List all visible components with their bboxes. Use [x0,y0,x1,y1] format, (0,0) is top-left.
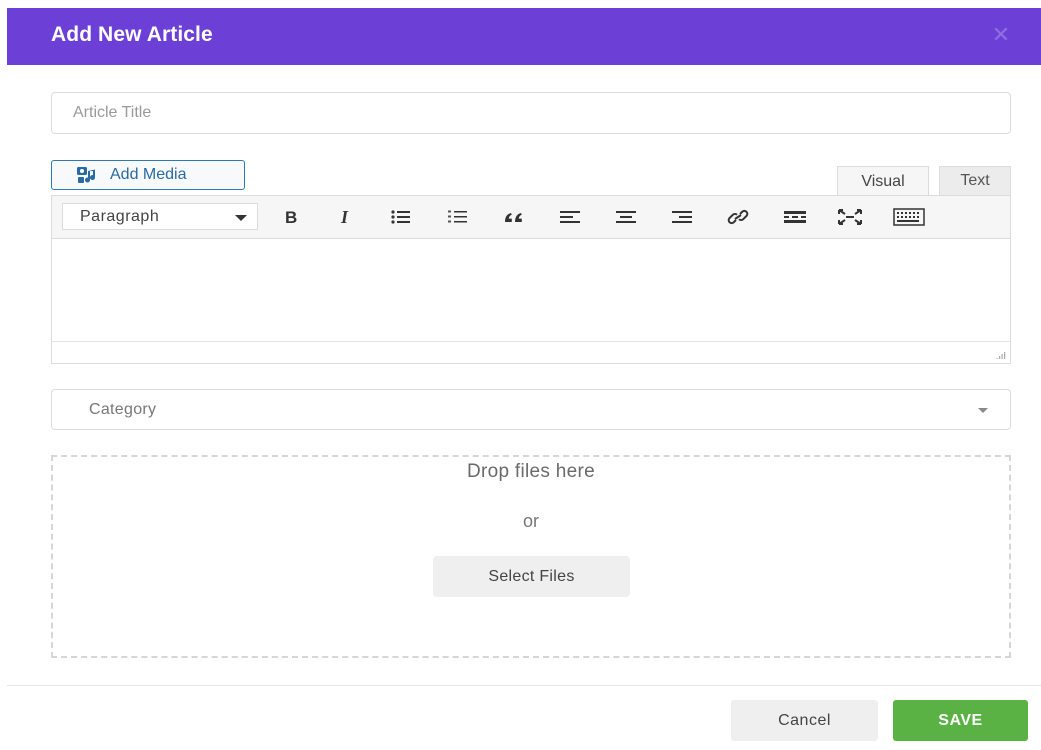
category-placeholder: Category [89,401,157,418]
media-icon [77,167,96,183]
link-icon[interactable] [724,204,752,230]
format-select[interactable]: Paragraph [62,203,258,230]
article-title-input[interactable] [51,92,1011,134]
bullet-list-icon[interactable] [387,204,415,230]
align-center-icon[interactable] [612,204,640,230]
save-button[interactable]: SAVE [893,700,1028,741]
bold-icon[interactable]: B [277,204,305,230]
footer-divider [7,685,1041,686]
chevron-down-icon [978,408,988,413]
category-select[interactable]: Category [51,389,1011,430]
svg-text:I: I [340,208,349,226]
read-more-icon[interactable] [781,204,809,230]
drop-files-text: Drop files here [466,461,596,482]
chevron-down-icon [235,215,247,221]
dialog-header: Add New Article ✕ [7,8,1041,65]
italic-icon[interactable]: I [332,204,360,230]
editor-statusbar [52,341,1010,363]
add-article-dialog: Add New Article ✕ Add Media Visual Text … [7,8,1041,750]
resize-handle-icon[interactable] [994,350,1006,360]
dialog-title: Add New Article [51,23,213,46]
add-media-button[interactable]: Add Media [51,160,245,190]
format-select-value: Paragraph [80,208,160,225]
editor-content-area[interactable] [52,239,1010,341]
editor-toolbar: Paragraph B I [52,196,1010,239]
align-right-icon[interactable] [668,204,696,230]
add-media-label: Add Media [110,166,187,183]
svg-text:B: B [285,208,297,226]
toolbar-toggle-icon[interactable] [892,204,926,230]
align-left-icon[interactable] [556,204,584,230]
file-dropzone[interactable]: Drop files here or Select Files [51,455,1011,658]
rich-text-editor: Paragraph B I [51,195,1011,364]
numbered-list-icon[interactable] [444,204,472,230]
blockquote-icon[interactable] [500,204,528,230]
select-files-button[interactable]: Select Files [433,556,630,597]
drop-or-text: or [522,511,539,531]
close-icon[interactable]: ✕ [989,24,1013,48]
tab-visual[interactable]: Visual [837,166,929,196]
fullscreen-icon[interactable] [836,204,864,230]
cancel-button[interactable]: Cancel [731,700,878,741]
tab-text[interactable]: Text [939,166,1011,195]
